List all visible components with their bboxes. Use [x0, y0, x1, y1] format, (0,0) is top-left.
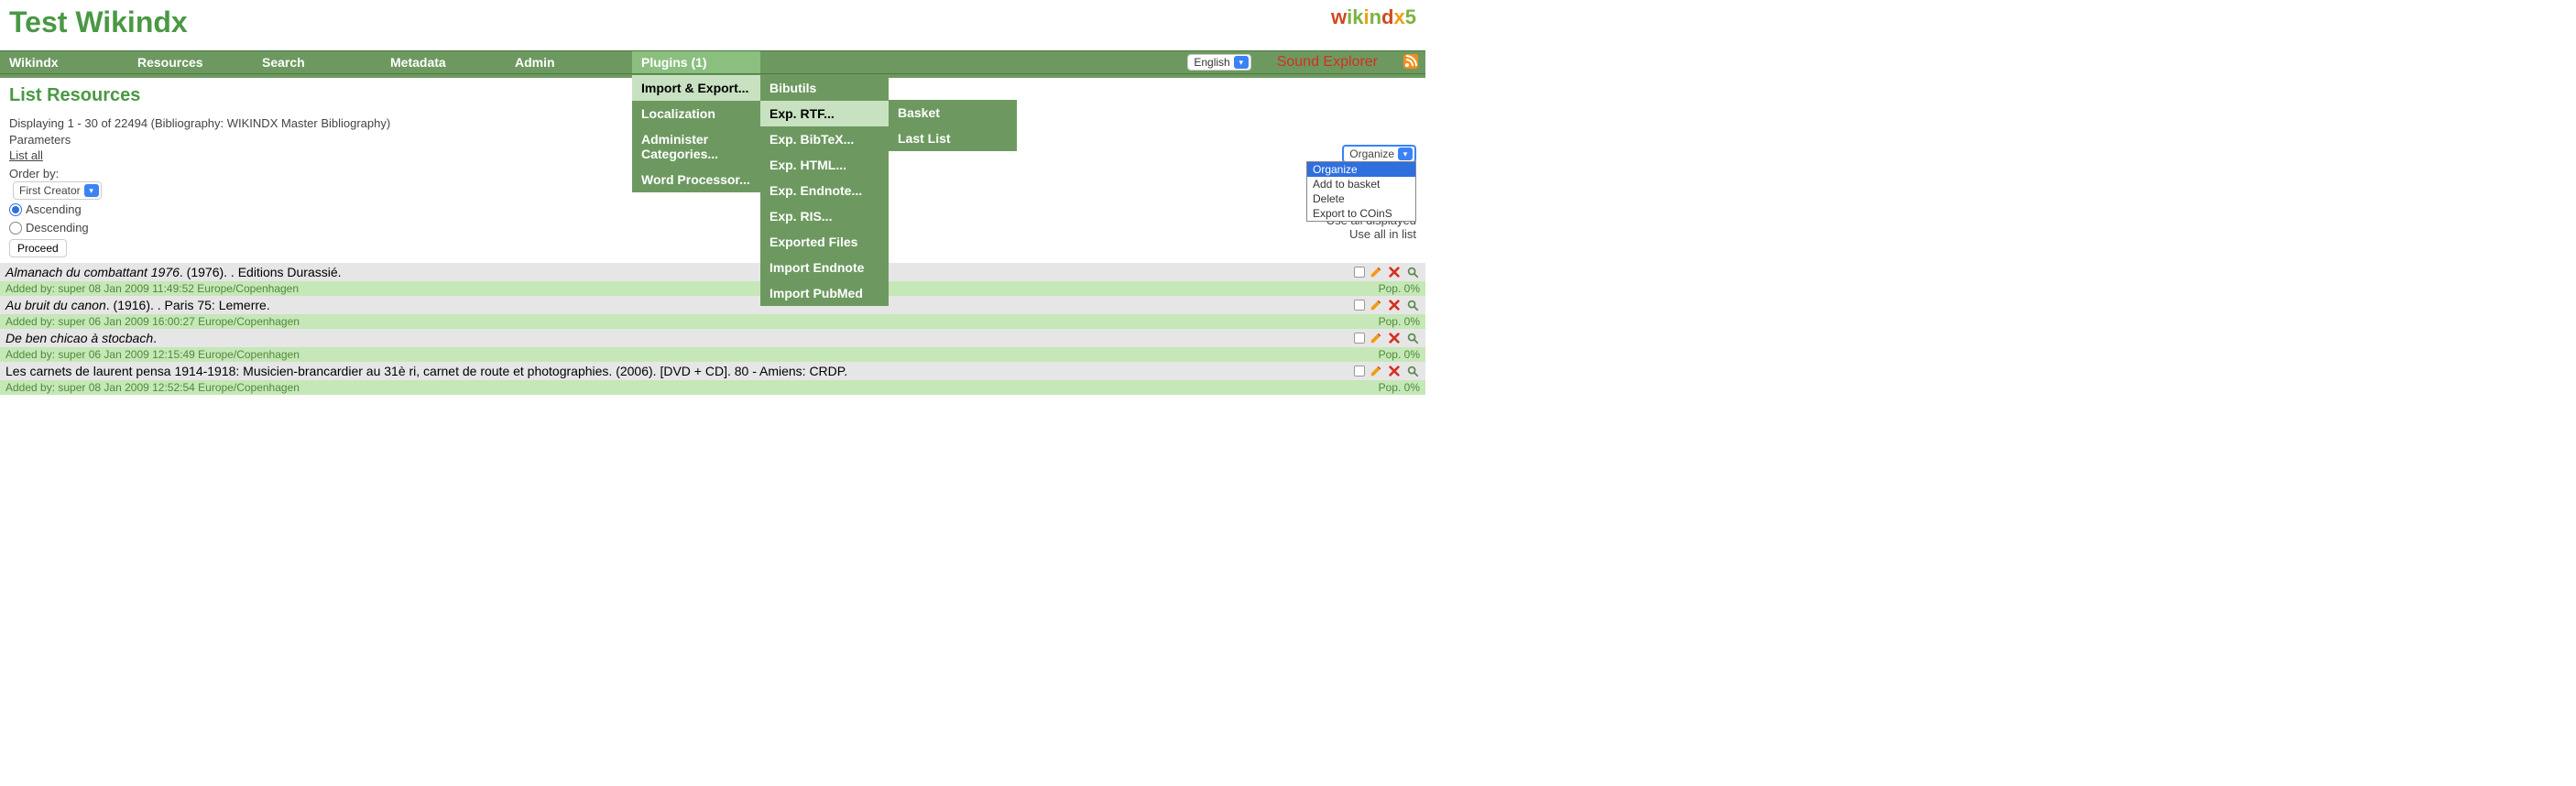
popularity-text: Pop. 0%	[1379, 315, 1420, 328]
organize-opt-add-to-basket[interactable]: Add to basket	[1307, 177, 1415, 191]
use-all-in-list[interactable]: Use all in list	[1187, 227, 1416, 241]
dropdown-plugins: Import & Export... Localization Administ…	[632, 75, 760, 192]
resource-meta-row: Added by: super 08 Jan 2009 12:52:54 Eur…	[0, 380, 1425, 395]
added-by-text: Added by: super 08 Jan 2009 11:49:52 Eur…	[5, 282, 299, 295]
delete-icon[interactable]	[1387, 331, 1402, 345]
radio-ascending-label: Ascending	[26, 202, 82, 218]
plugins-item-admin-categories[interactable]: Administer Categories...	[632, 126, 760, 167]
resource-row: Au bruit du canon. (1916). . Paris 75: L…	[0, 296, 1425, 314]
resource-citation: Les carnets de laurent pensa 1914-1918: …	[5, 364, 847, 378]
order-by-value: First Creator	[19, 183, 81, 198]
menu-search[interactable]: Search	[253, 51, 381, 73]
menu-wikindx[interactable]: Wikindx	[0, 51, 128, 73]
edit-icon[interactable]	[1369, 364, 1383, 378]
chevron-updown-icon: ▾	[84, 184, 99, 197]
order-by-select[interactable]: First Creator ▾	[13, 181, 102, 200]
ie-item-exp-rtf[interactable]: Exp. RTF...	[760, 101, 889, 126]
added-by-text: Added by: super 06 Jan 2009 16:00:27 Eur…	[5, 315, 300, 328]
edit-icon[interactable]	[1369, 265, 1383, 279]
popularity-text: Pop. 0%	[1379, 348, 1420, 361]
delete-icon[interactable]	[1387, 298, 1402, 312]
view-icon[interactable]	[1405, 298, 1420, 312]
resource-title[interactable]: Almanach du combattant 1976	[5, 265, 180, 279]
organize-listbox: Organize Add to basket Delete Export to …	[1306, 161, 1416, 222]
organize-opt-delete[interactable]: Delete	[1307, 191, 1415, 206]
resource-citation: . (1976). . Editions Durassié.	[180, 265, 342, 279]
ie-item-exp-endnote[interactable]: Exp. Endnote...	[760, 178, 889, 203]
resource-meta-row: Added by: super 06 Jan 2009 16:00:27 Eur…	[0, 314, 1425, 329]
sound-explorer-link[interactable]: Sound Explorer	[1277, 54, 1378, 71]
resource-citation: . (1916). . Paris 75: Lemerre.	[106, 298, 270, 312]
main-menubar: Wikindx Resources Search Metadata Admin …	[0, 50, 1425, 74]
row-checkbox[interactable]	[1354, 300, 1365, 311]
ie-item-exported-files[interactable]: Exported Files	[760, 229, 889, 255]
wikindx-logo: wikindx5	[1331, 5, 1416, 29]
ie-item-exp-bibtex[interactable]: Exp. BibTeX...	[760, 126, 889, 152]
added-by-text: Added by: super 08 Jan 2009 12:52:54 Eur…	[5, 381, 300, 394]
menu-admin[interactable]: Admin	[506, 51, 632, 73]
organize-opt-export-coins[interactable]: Export to COinS	[1307, 206, 1415, 221]
plugins-item-localization[interactable]: Localization	[632, 101, 760, 126]
edit-icon[interactable]	[1369, 298, 1383, 312]
delete-icon[interactable]	[1387, 364, 1402, 378]
radio-descending-label: Descending	[26, 220, 89, 236]
plugins-item-import-export[interactable]: Import & Export...	[632, 75, 760, 101]
language-select[interactable]: English ▾	[1187, 54, 1250, 71]
resource-meta-row: Added by: super 06 Jan 2009 12:15:49 Eur…	[0, 347, 1425, 362]
organize-select-value: Organize	[1349, 147, 1394, 160]
dropdown-import-export: Bibutils Exp. RTF... Exp. BibTeX... Exp.…	[760, 75, 889, 306]
row-checkbox[interactable]	[1354, 366, 1365, 377]
site-title: Test Wikindx	[9, 5, 188, 39]
edit-icon[interactable]	[1369, 331, 1383, 345]
list-all-link[interactable]: List all	[9, 148, 43, 162]
chevron-updown-icon: ▾	[1234, 56, 1249, 69]
resource-title[interactable]: De ben chicao à stocbach	[5, 331, 153, 345]
menu-plugins[interactable]: Plugins (1)	[632, 51, 760, 73]
row-checkbox[interactable]	[1354, 333, 1365, 344]
proceed-button[interactable]: Proceed	[9, 239, 67, 257]
ie-item-bibutils[interactable]: Bibutils	[760, 75, 889, 101]
resource-citation: .	[153, 331, 157, 345]
menu-metadata[interactable]: Metadata	[381, 51, 506, 73]
ie-item-import-endnote[interactable]: Import Endnote	[760, 255, 889, 280]
exprtf-item-last-list[interactable]: Last List	[889, 126, 1017, 151]
chevron-updown-icon: ▾	[1398, 147, 1413, 160]
order-by-label: Order by:	[9, 167, 59, 180]
popularity-text: Pop. 0%	[1379, 381, 1420, 394]
plugins-item-word-processor[interactable]: Word Processor...	[632, 167, 760, 192]
dropdown-exp-rtf: Basket Last List	[889, 100, 1017, 151]
ie-item-exp-html[interactable]: Exp. HTML...	[760, 152, 889, 178]
view-icon[interactable]	[1405, 265, 1420, 279]
view-icon[interactable]	[1405, 331, 1420, 345]
exprtf-item-basket[interactable]: Basket	[889, 100, 1017, 126]
ie-item-import-pubmed[interactable]: Import PubMed	[760, 280, 889, 306]
delete-icon[interactable]	[1387, 265, 1402, 279]
rss-icon[interactable]	[1403, 54, 1418, 71]
view-icon[interactable]	[1405, 364, 1420, 378]
organize-opt-organize[interactable]: Organize	[1307, 162, 1415, 177]
resource-row: Almanach du combattant 1976. (1976). . E…	[0, 263, 1425, 281]
added-by-text: Added by: super 06 Jan 2009 12:15:49 Eur…	[5, 348, 300, 361]
resource-title[interactable]: Au bruit du canon	[5, 298, 106, 312]
resource-meta-row: Added by: super 08 Jan 2009 11:49:52 Eur…	[0, 281, 1425, 296]
popularity-text: Pop. 0%	[1379, 282, 1420, 295]
row-checkbox[interactable]	[1354, 267, 1365, 278]
radio-descending[interactable]	[9, 222, 22, 235]
resource-row: De ben chicao à stocbach.	[0, 329, 1425, 347]
language-select-value: English	[1194, 56, 1229, 69]
organize-select[interactable]: Organize ▾	[1342, 145, 1416, 163]
radio-ascending[interactable]	[9, 203, 22, 216]
resource-row: Les carnets de laurent pensa 1914-1918: …	[0, 362, 1425, 380]
ie-item-exp-ris[interactable]: Exp. RIS...	[760, 203, 889, 229]
menu-resources[interactable]: Resources	[128, 51, 253, 73]
